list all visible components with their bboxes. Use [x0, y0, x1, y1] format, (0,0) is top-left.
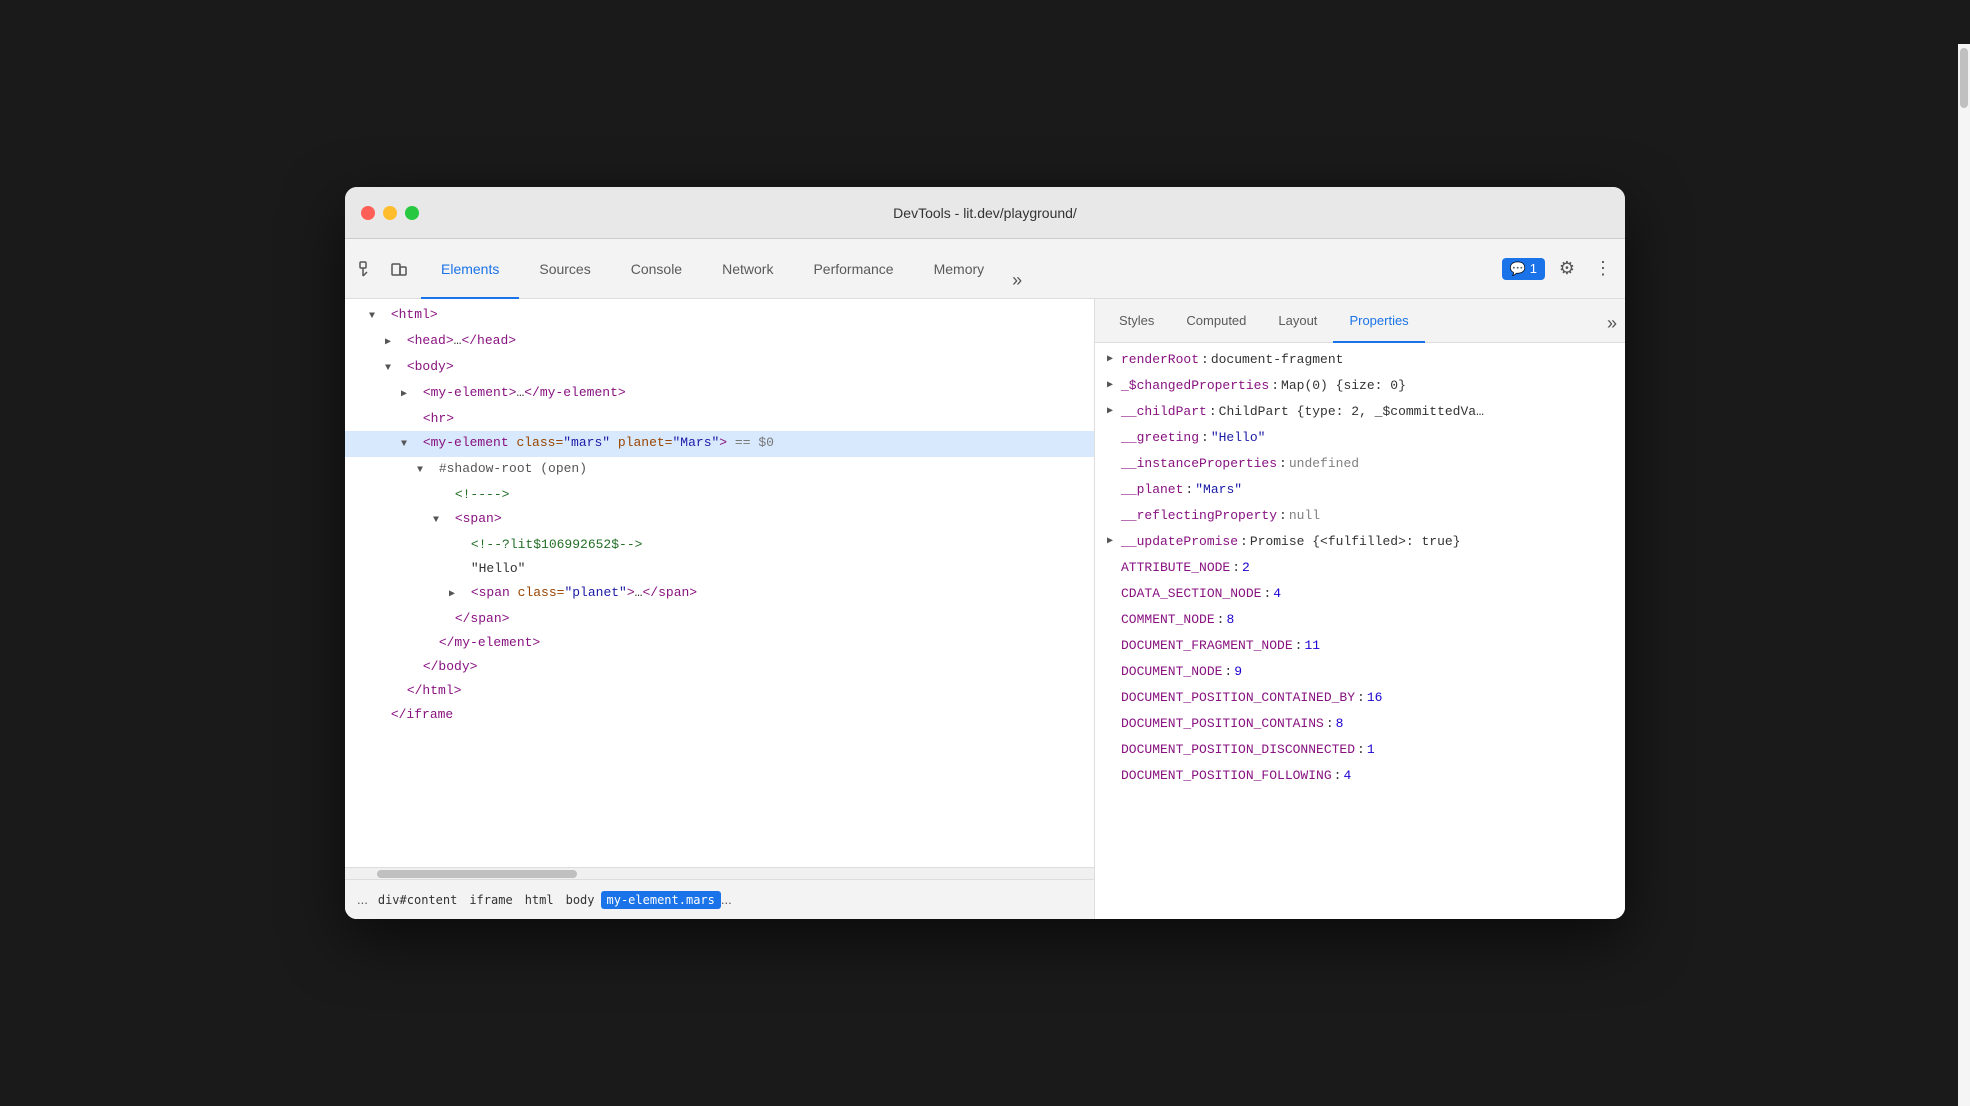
- comment-icon: 💬: [1510, 261, 1526, 277]
- panels: <html> <head>…</head> <body> <my-element…: [345, 299, 1625, 919]
- right-panel: Styles Computed Layout Properties »: [1095, 299, 1625, 919]
- tree-line-close-my-element[interactable]: </my-element>: [345, 631, 1094, 655]
- breadcrumb-my-element-mars[interactable]: my-element.mars: [601, 891, 721, 909]
- prop-DOCUMENT_POSITION_DISCONNECTED[interactable]: DOCUMENT_POSITION_DISCONNECTED: 1: [1095, 737, 1611, 763]
- prop-CDATA_SECTION_NODE[interactable]: CDATA_SECTION_NODE: 4: [1095, 581, 1611, 607]
- tree-triangle[interactable]: [369, 306, 383, 328]
- window-title: DevTools - lit.dev/playground/: [893, 205, 1077, 221]
- tree-line-close-iframe[interactable]: </iframe: [345, 703, 1094, 727]
- right-tab-properties[interactable]: Properties: [1333, 300, 1424, 343]
- tree-triangle[interactable]: [449, 584, 463, 606]
- breadcrumb-bar: ... div#content iframe html body my-elem…: [345, 879, 1094, 919]
- tree-line-head[interactable]: <head>…</head>: [345, 329, 1094, 355]
- dom-tree[interactable]: <html> <head>…</head> <body> <my-element…: [345, 299, 1094, 867]
- tree-line-hr[interactable]: <hr>: [345, 407, 1094, 431]
- tab-sources[interactable]: Sources: [519, 240, 610, 299]
- right-tabs-more-button[interactable]: »: [1607, 313, 1617, 334]
- more-options-button[interactable]: ⋮: [1589, 255, 1617, 283]
- prop-ATTRIBUTE_NODE[interactable]: ATTRIBUTE_NODE: 2: [1095, 555, 1611, 581]
- titlebar: DevTools - lit.dev/playground/: [345, 187, 1625, 239]
- tab-icons: [353, 255, 413, 283]
- tab-console[interactable]: Console: [611, 240, 702, 299]
- tree-line-my-element-1[interactable]: <my-element>…</my-element>: [345, 381, 1094, 407]
- tree-line-close-html[interactable]: </html>: [345, 679, 1094, 703]
- tree-line-comment-1[interactable]: <!---->: [345, 483, 1094, 507]
- devtools-body: Elements Sources Console Network Perform…: [345, 239, 1625, 919]
- prop-expand-icon[interactable]: [1107, 348, 1121, 372]
- prop-changedProperties[interactable]: _$changedProperties: Map(0) {size: 0}: [1095, 373, 1611, 399]
- tree-triangle[interactable]: [401, 384, 415, 406]
- prop-reflectingProperty[interactable]: __reflectingProperty: null: [1095, 503, 1611, 529]
- prop-expand-icon[interactable]: [1107, 400, 1121, 424]
- tree-triangle[interactable]: [417, 460, 431, 482]
- settings-button[interactable]: ⚙: [1553, 255, 1581, 283]
- breadcrumb-more-left[interactable]: ...: [357, 892, 368, 907]
- prop-DOCUMENT_NODE[interactable]: DOCUMENT_NODE: 9: [1095, 659, 1611, 685]
- properties-panel[interactable]: renderRoot: document-fragment _$changedP…: [1095, 343, 1625, 919]
- tree-line-span[interactable]: <span>: [345, 507, 1094, 533]
- breadcrumb-body[interactable]: body: [560, 891, 601, 909]
- tree-triangle[interactable]: [385, 358, 399, 380]
- prop-instanceProperties[interactable]: __instanceProperties: undefined: [1095, 451, 1611, 477]
- prop-DOCUMENT_FRAGMENT_NODE[interactable]: DOCUMENT_FRAGMENT_NODE: 11: [1095, 633, 1611, 659]
- traffic-lights: [361, 206, 419, 220]
- tree-triangle[interactable]: [433, 510, 447, 532]
- right-tab-styles[interactable]: Styles: [1103, 300, 1170, 343]
- tabs-more-button[interactable]: »: [1004, 263, 1030, 298]
- tab-memory[interactable]: Memory: [914, 240, 1005, 299]
- breadcrumb-iframe[interactable]: iframe: [463, 891, 518, 909]
- right-tab-layout[interactable]: Layout: [1262, 300, 1333, 343]
- prop-DOCUMENT_POSITION_FOLLOWING[interactable]: DOCUMENT_POSITION_FOLLOWING: 4: [1095, 763, 1611, 789]
- prop-COMMENT_NODE[interactable]: COMMENT_NODE: 8: [1095, 607, 1611, 633]
- tree-triangle[interactable]: [385, 332, 399, 354]
- comment-badge[interactable]: 💬 1: [1502, 258, 1545, 280]
- breadcrumb-div-content[interactable]: div#content: [372, 891, 463, 909]
- prop-planet[interactable]: __planet: "Mars": [1095, 477, 1611, 503]
- prop-expand-icon[interactable]: [1107, 374, 1121, 398]
- right-tab-computed[interactable]: Computed: [1170, 300, 1262, 343]
- element-picker-button[interactable]: [353, 255, 381, 283]
- main-tabs: Elements Sources Console Network Perform…: [421, 239, 1030, 298]
- left-panel: <html> <head>…</head> <body> <my-element…: [345, 299, 1095, 919]
- prop-childPart[interactable]: __childPart: ChildPart {type: 2, _$commi…: [1095, 399, 1611, 425]
- horizontal-scrollbar[interactable]: [345, 867, 1094, 879]
- tabs-right-controls: 💬 1 ⚙ ⋮: [1502, 255, 1617, 283]
- tree-line-close-span[interactable]: </span>: [345, 607, 1094, 631]
- scrollbar-thumb[interactable]: [377, 870, 577, 878]
- device-toggle-button[interactable]: [385, 255, 413, 283]
- main-tabs-bar: Elements Sources Console Network Perform…: [345, 239, 1625, 299]
- prop-greeting[interactable]: __greeting: "Hello": [1095, 425, 1611, 451]
- tree-line-my-element-selected[interactable]: <my-element class="mars" planet="Mars"> …: [345, 431, 1094, 457]
- prop-updatePromise[interactable]: __updatePromise: Promise {<fulfilled>: t…: [1095, 529, 1611, 555]
- tree-line-span-planet[interactable]: <span class="planet">…</span>: [345, 581, 1094, 607]
- prop-expand-icon[interactable]: [1107, 530, 1121, 554]
- tree-line-html[interactable]: <html>: [345, 303, 1094, 329]
- prop-renderRoot[interactable]: renderRoot: document-fragment: [1095, 347, 1611, 373]
- tab-elements[interactable]: Elements: [421, 240, 519, 299]
- tree-line-close-body[interactable]: </body>: [345, 655, 1094, 679]
- prop-DOCUMENT_POSITION_CONTAINED_BY[interactable]: DOCUMENT_POSITION_CONTAINED_BY: 16: [1095, 685, 1611, 711]
- minimize-button[interactable]: [383, 206, 397, 220]
- devtools-window: DevTools - lit.dev/playground/: [345, 187, 1625, 919]
- tab-network[interactable]: Network: [702, 240, 793, 299]
- tree-triangle[interactable]: [401, 434, 415, 456]
- tree-line-shadow-root[interactable]: #shadow-root (open): [345, 457, 1094, 483]
- tree-line-body[interactable]: <body>: [345, 355, 1094, 381]
- tree-line-hello[interactable]: "Hello": [345, 557, 1094, 581]
- maximize-button[interactable]: [405, 206, 419, 220]
- breadcrumb-html[interactable]: html: [519, 891, 560, 909]
- right-sub-tabs-bar: Styles Computed Layout Properties »: [1095, 299, 1625, 343]
- breadcrumb-more-right[interactable]: ...: [721, 892, 732, 907]
- close-button[interactable]: [361, 206, 375, 220]
- tab-performance[interactable]: Performance: [793, 240, 913, 299]
- prop-DOCUMENT_POSITION_CONTAINS[interactable]: DOCUMENT_POSITION_CONTAINS: 8: [1095, 711, 1611, 737]
- tree-line-lit-comment[interactable]: <!--?lit$106992652$-->: [345, 533, 1094, 557]
